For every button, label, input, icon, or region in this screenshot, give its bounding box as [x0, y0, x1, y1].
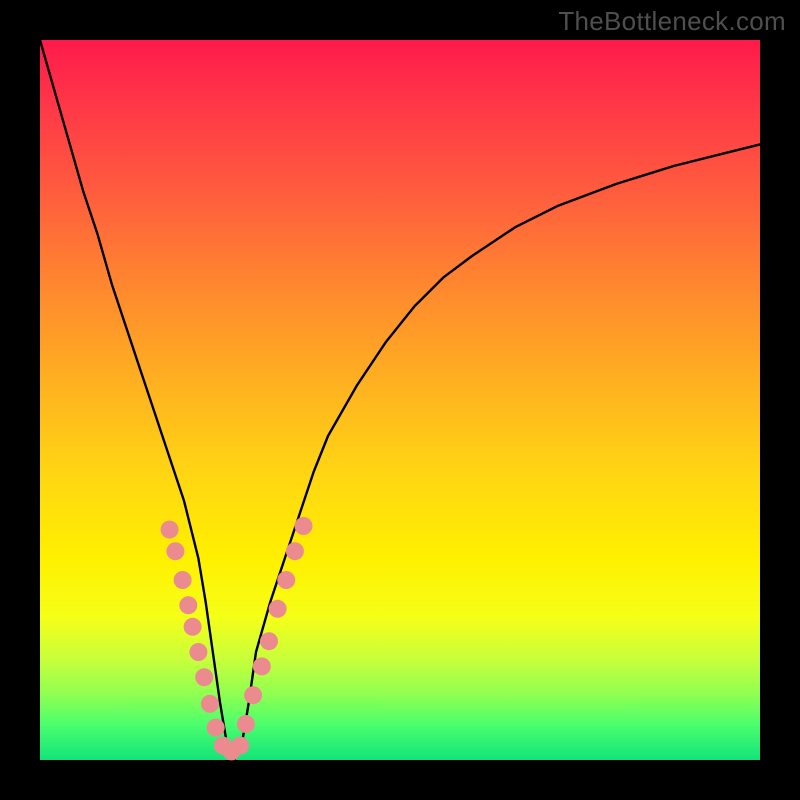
highlight-points: [161, 517, 313, 760]
curve-layer: [0, 0, 800, 800]
highlight-dot: [237, 715, 255, 733]
highlight-dot: [295, 517, 313, 535]
highlight-dot: [201, 695, 219, 713]
highlight-dot: [166, 542, 184, 560]
highlight-dot: [277, 571, 295, 589]
highlight-dot: [253, 657, 271, 675]
highlight-dot: [179, 596, 197, 614]
highlight-dot: [286, 542, 304, 560]
highlight-dot: [161, 521, 179, 539]
highlight-dot: [260, 632, 278, 650]
watermark-text: TheBottleneck.com: [558, 6, 786, 37]
highlight-dot: [231, 737, 249, 755]
highlight-dot: [269, 600, 287, 618]
highlight-dot: [174, 571, 192, 589]
highlight-dot: [184, 618, 202, 636]
chart-frame: TheBottleneck.com: [0, 0, 800, 800]
bottleneck-curve: [40, 40, 760, 760]
highlight-dot: [189, 643, 207, 661]
bottleneck-curve-path: [40, 40, 760, 760]
highlight-dot: [195, 668, 213, 686]
highlight-dot: [207, 719, 225, 737]
highlight-dot: [244, 686, 262, 704]
